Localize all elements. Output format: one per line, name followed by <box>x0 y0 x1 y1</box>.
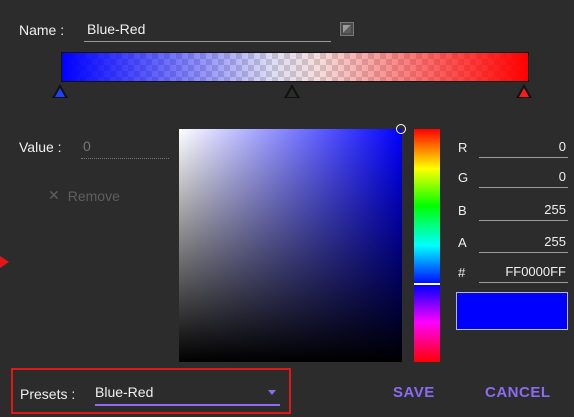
pointer-arrow-icon <box>0 256 9 268</box>
channel-label-hex: # <box>458 265 466 280</box>
gradient-preview-bar[interactable] <box>61 52 529 82</box>
remove-label: Remove <box>67 187 120 204</box>
hex-input[interactable] <box>479 260 568 283</box>
blue-stop-marker[interactable] <box>52 84 68 98</box>
gradient-name-input[interactable] <box>84 17 331 42</box>
color-picker-handle[interactable] <box>396 124 406 134</box>
saturation-value-area[interactable] <box>179 129 402 362</box>
channel-label-b: B <box>458 203 467 218</box>
hue-slider-marker[interactable] <box>414 283 440 285</box>
presets-selected-value: Blue-Red <box>95 384 154 400</box>
red-stop-marker[interactable] <box>516 84 532 98</box>
channel-input-b[interactable] <box>479 198 568 221</box>
chevron-down-icon <box>268 389 276 395</box>
hue-slider[interactable] <box>414 129 440 362</box>
channel-input-g[interactable] <box>479 165 568 188</box>
remove-button[interactable]: ✕ Remove <box>48 187 120 204</box>
image-icon[interactable] <box>340 22 354 36</box>
value-label: Value : <box>19 139 62 155</box>
channel-input-a[interactable] <box>479 230 568 253</box>
save-button[interactable]: SAVE <box>393 384 435 401</box>
value-input[interactable] <box>81 134 169 159</box>
selected-midpoint-marker[interactable] <box>284 84 300 98</box>
presets-label: Presets : <box>20 386 76 402</box>
name-label: Name : <box>19 22 65 38</box>
presets-dropdown[interactable]: Blue-Red <box>95 380 280 406</box>
current-color-swatch <box>456 292 568 330</box>
channel-input-r[interactable] <box>479 135 568 158</box>
channel-label-g: G <box>458 170 469 185</box>
cancel-button[interactable]: CANCEL <box>485 384 551 401</box>
channel-label-a: A <box>458 235 467 250</box>
close-icon: ✕ <box>48 187 60 203</box>
channel-label-r: R <box>458 140 468 155</box>
